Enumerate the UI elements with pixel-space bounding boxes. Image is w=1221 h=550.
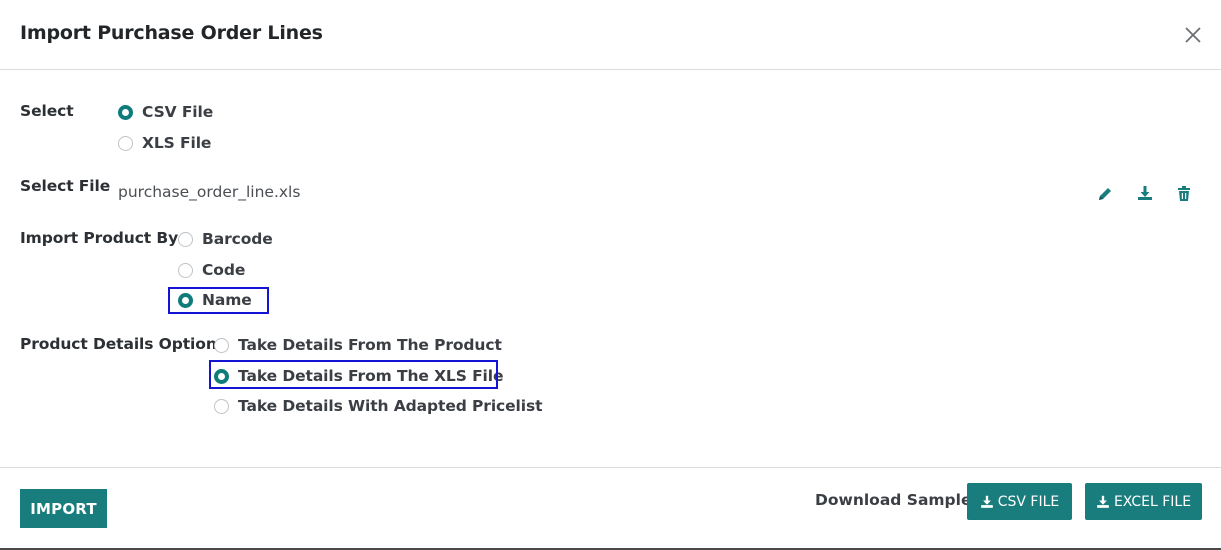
pencil-icon[interactable] [1096, 185, 1114, 203]
radio-button[interactable] [214, 398, 229, 414]
radio-button[interactable] [118, 135, 133, 151]
radio-xls-file[interactable]: XLS File [118, 132, 211, 154]
excel-file-button[interactable]: EXCEL FILE [1085, 483, 1202, 520]
radio-details-from-product[interactable]: Take Details From The Product [214, 334, 502, 356]
annotation-highlight-box [168, 287, 269, 314]
radio-label: Take Details From The Product [238, 336, 502, 354]
radio-button-checked[interactable] [118, 104, 133, 120]
radio-button[interactable] [214, 337, 229, 353]
radio-details-adapted-pricelist[interactable]: Take Details With Adapted Pricelist [214, 395, 543, 417]
annotation-highlight-box [209, 360, 498, 389]
import-button[interactable]: IMPORT [20, 489, 107, 528]
csv-file-button-label: CSV FILE [997, 493, 1060, 510]
import-product-by-label: Import Product By [20, 229, 179, 247]
radio-csv-file[interactable]: CSV File [118, 101, 213, 123]
dialog-header: Import Purchase Order Lines [0, 0, 1221, 70]
radio-code[interactable]: Code [178, 259, 245, 281]
download-icon [980, 495, 993, 508]
trash-icon[interactable] [1175, 185, 1193, 203]
download-icon[interactable] [1136, 184, 1154, 202]
radio-button[interactable] [178, 262, 193, 278]
download-icon [1097, 495, 1109, 508]
radio-button[interactable] [178, 231, 193, 247]
select-file-label: Select File [20, 177, 111, 195]
radio-label: Code [202, 261, 246, 279]
radio-label: CSV File [142, 103, 214, 121]
select-label: Select [20, 102, 74, 120]
radio-label: XLS File [142, 134, 212, 152]
download-sample-label: Download Sample: [815, 491, 978, 509]
selected-filename: purchase_order_line.xls [118, 183, 301, 201]
radio-label: Barcode [202, 230, 273, 248]
import-dialog: Import Purchase Order Lines Select CSV F… [0, 0, 1221, 548]
product-details-option-label: Product Details Option [20, 335, 217, 353]
excel-file-button-label: EXCEL FILE [1113, 493, 1192, 510]
footer-divider [0, 467, 1221, 468]
radio-barcode[interactable]: Barcode [178, 228, 273, 250]
radio-label: Take Details With Adapted Pricelist [238, 397, 543, 415]
close-icon[interactable] [1182, 24, 1204, 46]
csv-file-button[interactable]: CSV FILE [967, 483, 1072, 520]
dialog-title: Import Purchase Order Lines [20, 22, 323, 44]
